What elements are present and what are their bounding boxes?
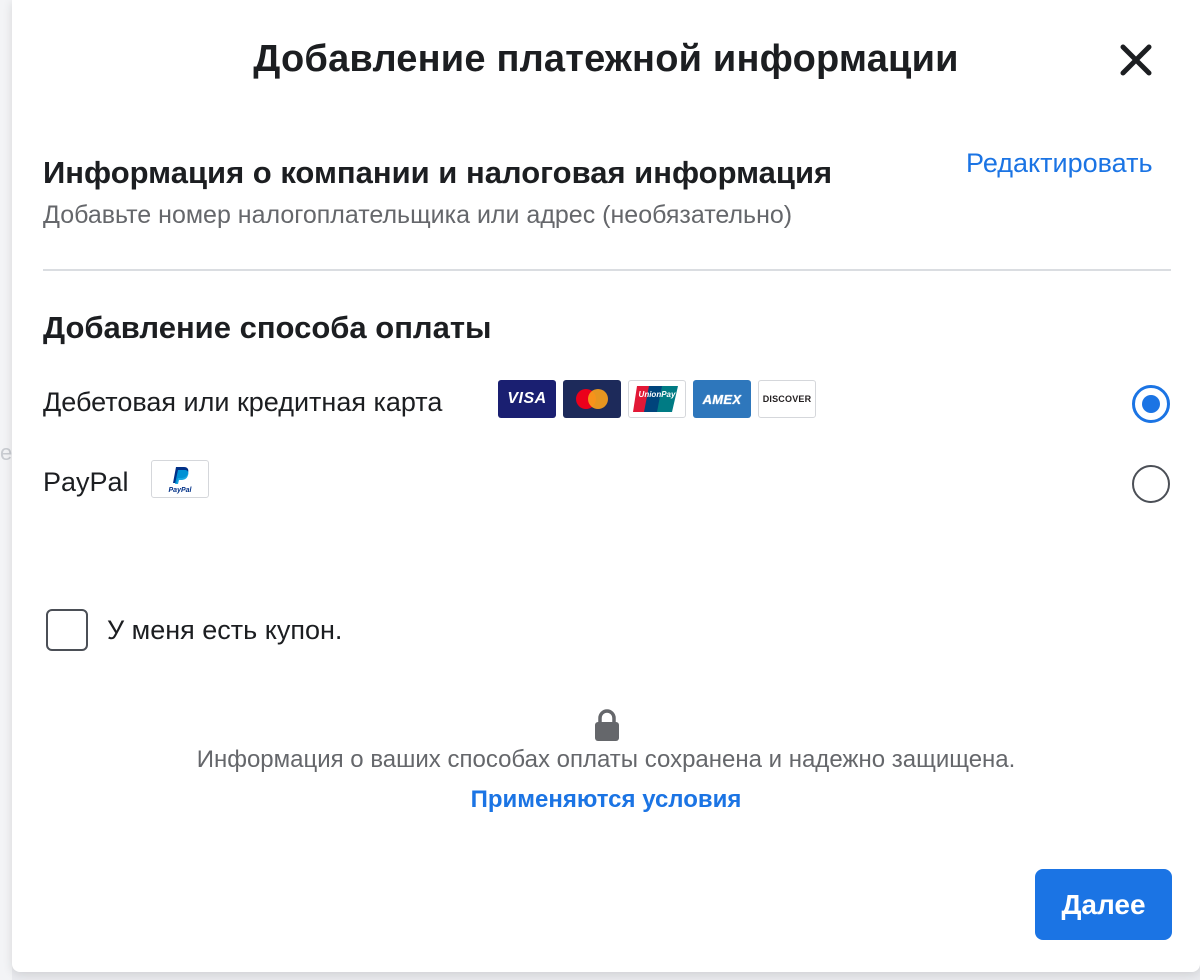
company-section-title: Информация о компании и налоговая информ… [43,155,833,190]
paypal-mark-icon: PayPal [169,467,193,494]
svg-text:PayPal: PayPal [169,487,193,494]
mastercard-circles-icon [576,389,608,409]
background-page-text: e [0,440,13,465]
card-option-label[interactable]: Дебетовая или кредитная карта [43,387,442,418]
unionpay-logo-icon: UnionPay [628,380,686,418]
svg-text:UnionPay: UnionPay [639,390,676,399]
amex-logo-icon: AMEX [693,380,751,418]
paypal-option-label[interactable]: PayPal [43,467,129,498]
lock-icon [595,709,619,741]
close-icon [1120,44,1152,76]
coupon-label[interactable]: У меня есть купон. [107,615,342,646]
next-button[interactable]: Далее [1035,869,1172,940]
background-page-edge [0,0,12,980]
discover-logo-icon: DISCOVER [758,380,816,418]
paypal-option-radio[interactable] [1132,465,1170,503]
terms-link[interactable]: Применяются условия [12,786,1200,814]
paypal-logo-icon: PayPal [151,460,209,498]
payment-section-title: Добавление способа оплаты [43,310,492,345]
visa-logo-icon: VISA [498,380,556,418]
mastercard-logo-icon [563,380,621,418]
unionpay-mark-icon: UnionPay [633,386,678,412]
close-button[interactable] [1112,36,1160,84]
coupon-checkbox[interactable] [46,609,88,651]
security-note: Информация о ваших способах оплаты сохра… [196,746,1016,773]
section-divider [43,269,1171,271]
card-option-radio[interactable] [1132,385,1170,423]
company-section-subtitle: Добавьте номер налогоплательщика или адр… [43,201,793,229]
edit-company-info-link[interactable]: Редактировать [966,148,1153,179]
payment-info-dialog: Добавление платежной информации Информац… [12,0,1200,972]
dialog-title: Добавление платежной информации [253,38,959,80]
